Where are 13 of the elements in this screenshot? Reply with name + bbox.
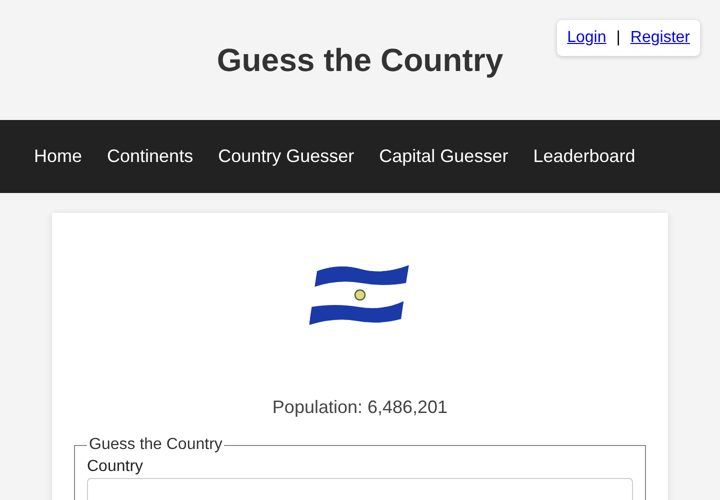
fieldset-legend: Guess the Country bbox=[87, 436, 224, 454]
flag-icon bbox=[309, 263, 411, 327]
site-title: Guess the Country bbox=[216, 42, 504, 78]
nav-link[interactable]: Capital Guesser bbox=[379, 146, 508, 167]
nav-link[interactable]: Country Guesser bbox=[218, 146, 354, 167]
link-separator: | bbox=[616, 29, 620, 47]
nav-link[interactable]: Continents bbox=[107, 146, 194, 167]
field-label: Country bbox=[87, 458, 144, 476]
nav-link[interactable]: Home bbox=[34, 146, 82, 167]
auth-link[interactable]: Register bbox=[630, 29, 690, 47]
population-text: Population: 6,486,201 bbox=[271, 397, 449, 418]
nav-link[interactable]: Leaderboard bbox=[533, 146, 636, 167]
auth-link[interactable]: Login bbox=[567, 29, 606, 47]
